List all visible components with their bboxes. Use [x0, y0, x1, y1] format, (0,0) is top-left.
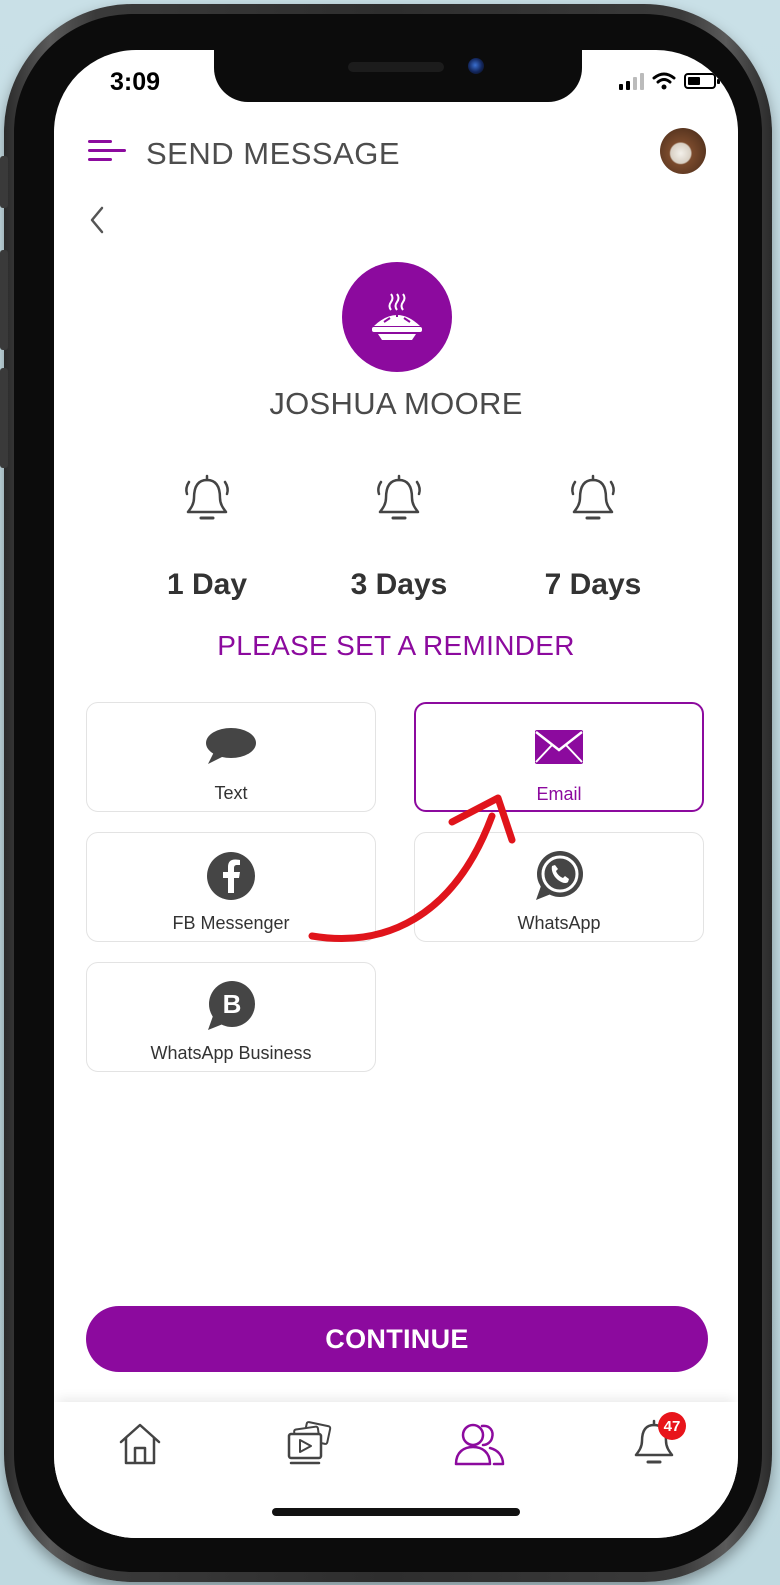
status-icons [619, 72, 720, 90]
reminder-label: 7 Days [544, 568, 642, 601]
battery-icon [684, 73, 720, 89]
volume-down-button [0, 368, 8, 468]
reminder-label: 1 Day [166, 568, 248, 601]
media-icon [287, 1421, 332, 1465]
contacts-icon [454, 1423, 505, 1466]
wifi-icon [652, 72, 676, 90]
nav-contacts[interactable] [452, 1416, 508, 1472]
channel-whatsapp[interactable]: WhatsApp [414, 832, 704, 942]
channel-whatsapp-business[interactable]: B WhatsApp Business [86, 962, 376, 1072]
nav-home[interactable] [112, 1416, 168, 1472]
reminder-prompt: PLEASE SET A REMINDER [217, 630, 575, 661]
channel-email[interactable]: Email [414, 702, 704, 812]
bell-icon [185, 474, 229, 520]
channel-label: Email [536, 784, 582, 804]
whatsapp-business-icon: B [204, 981, 258, 1031]
notification-badge: 47 [658, 1412, 686, 1440]
back-chevron-icon[interactable] [82, 200, 118, 240]
channel-text[interactable]: Text [86, 702, 376, 812]
contact-name: JOSHUA MOORE [269, 386, 523, 421]
reminder-7-days[interactable]: 7 Days [518, 470, 668, 602]
reminder-1-day[interactable]: 1 Day [132, 470, 282, 602]
status-time: 3:09 [110, 68, 161, 96]
home-icon [119, 1423, 161, 1465]
menu-icon[interactable] [88, 140, 126, 170]
contact-avatar [342, 262, 452, 372]
bell-icon [571, 474, 615, 520]
phone-screen: 3:09 SEND MESSAGE JOSHUA MOORE 1 Day 3 D… [54, 50, 738, 1538]
channel-label: Text [214, 783, 248, 803]
channel-fb-messenger[interactable]: FB Messenger [86, 832, 376, 942]
signal-icon [619, 72, 644, 90]
chat-bubble-icon [204, 721, 258, 771]
reminder-3-days[interactable]: 3 Days [324, 470, 474, 602]
side-button [0, 156, 8, 208]
facebook-icon [204, 851, 258, 901]
home-indicator[interactable] [272, 1508, 520, 1516]
continue-button[interactable]: CONTINUE [86, 1306, 708, 1372]
svg-text:B: B [223, 989, 242, 1019]
bell-icon [377, 474, 421, 520]
channel-label: WhatsApp Business [150, 1043, 312, 1063]
channel-label: FB Messenger [172, 913, 290, 933]
reminder-label: 3 Days [350, 568, 448, 601]
user-avatar[interactable] [660, 128, 706, 174]
notch [214, 50, 582, 102]
nav-media[interactable] [282, 1416, 338, 1472]
nav-notifications[interactable]: 47 [626, 1412, 686, 1472]
page-title: SEND MESSAGE [146, 136, 401, 171]
bottom-nav: 47 [54, 1402, 738, 1538]
channel-label: WhatsApp [517, 913, 601, 933]
pie-icon [372, 293, 422, 340]
envelope-icon [532, 722, 586, 772]
front-camera [468, 58, 484, 74]
whatsapp-icon [532, 851, 586, 901]
volume-up-button [0, 250, 8, 350]
speaker [348, 62, 444, 72]
